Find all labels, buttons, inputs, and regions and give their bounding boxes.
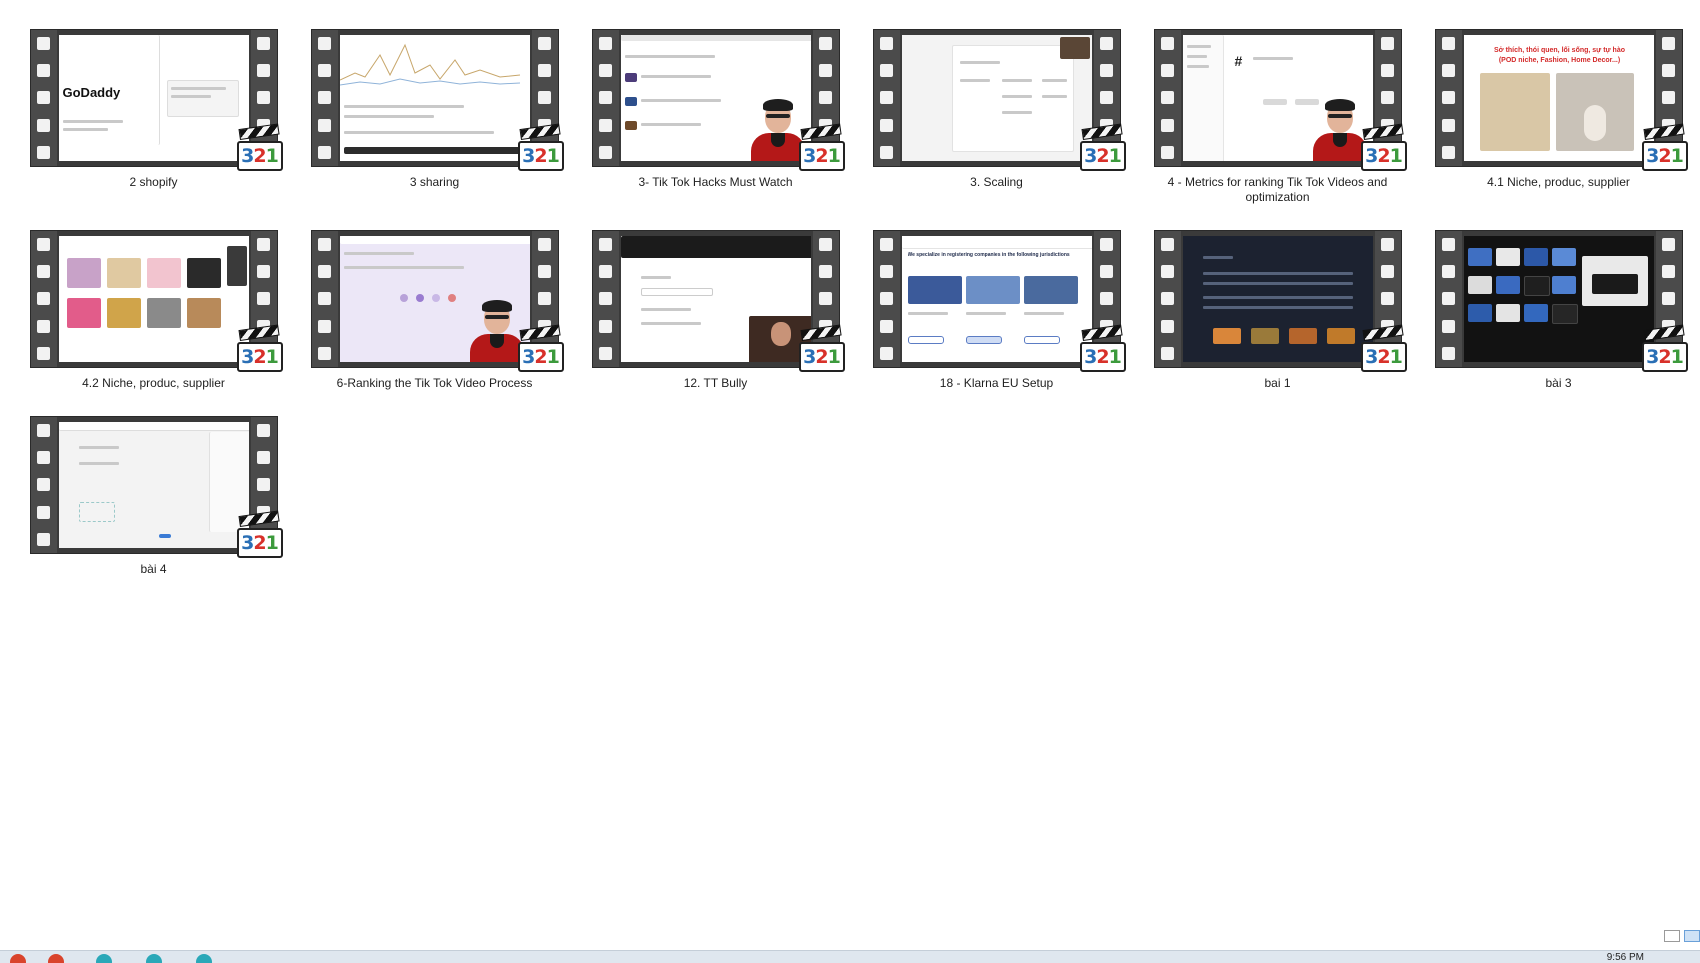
video-file-item[interactable]: 321 6-Ranking the Tik Tok Video Process	[294, 230, 575, 391]
film-strip-icon	[873, 30, 900, 166]
video-thumbnail[interactable]: Sở thích, thói quen, lối sống, sự tự hào…	[1434, 29, 1688, 171]
video-thumbnail[interactable]: GoDaddy 321	[29, 29, 283, 171]
video-thumbnail[interactable]: 321	[1153, 230, 1407, 372]
mpc-hc-321-icon: 321	[236, 123, 283, 173]
video-thumbnail[interactable]: 321	[310, 29, 564, 171]
file-name: 4.2 Niche, produc, supplier	[82, 376, 225, 390]
film-strip-icon	[1435, 231, 1462, 367]
file-name: 12. TT Bully	[683, 376, 748, 390]
film-strip-icon	[30, 30, 57, 166]
mpc-hc-321-icon: 321	[517, 123, 564, 173]
film-strip-icon	[1154, 30, 1181, 166]
file-name: 3. Scaling	[970, 175, 1023, 189]
video-file-item[interactable]: 321 4.2 Niche, produc, supplier	[13, 230, 294, 391]
app-icon[interactable]	[146, 954, 162, 963]
mpc-hc-321-icon: 321	[1079, 123, 1126, 173]
film-strip-icon	[873, 231, 900, 367]
film-strip-icon	[1154, 231, 1181, 367]
hashtag-icon: #	[1234, 53, 1243, 69]
app-icon[interactable]	[196, 954, 212, 963]
video-file-item[interactable]: Sở thích, thói quen, lối sống, sự tự hào…	[1418, 29, 1699, 190]
video-file-item[interactable]: 321 3- Tik Tok Hacks Must Watch	[575, 29, 856, 190]
video-thumbnail[interactable]: # 321	[1153, 29, 1407, 171]
video-thumbnail[interactable]: 321	[29, 416, 283, 558]
file-name: 18 - Klarna EU Setup	[939, 376, 1054, 390]
video-file-item[interactable]: 321 3 sharing	[294, 29, 575, 190]
video-thumbnail[interactable]: 321	[29, 230, 283, 372]
app-icon[interactable]	[10, 954, 26, 963]
app-icon[interactable]	[48, 954, 64, 963]
file-name: 2 shopify	[129, 175, 178, 189]
video-thumbnail[interactable]: We specialize in registering companies i…	[872, 230, 1126, 372]
mpc-hc-321-icon: 321	[517, 324, 564, 374]
godaddy-logo: GoDaddy	[62, 85, 121, 100]
film-strip-icon	[30, 417, 57, 553]
file-name: 3- Tik Tok Hacks Must Watch	[638, 175, 793, 189]
file-name: bài 4	[140, 562, 167, 576]
file-name: 4 - Metrics for ranking Tik Tok Videos a…	[1167, 175, 1388, 204]
video-file-item[interactable]: 321 bài 4	[13, 416, 294, 577]
file-name: 6-Ranking the Tik Tok Video Process	[336, 376, 533, 390]
video-thumbnail[interactable]: 321	[591, 230, 845, 372]
webcam-presenter	[1309, 99, 1369, 161]
film-strip-icon	[592, 231, 619, 367]
taskbar: 9:56 PM	[0, 950, 1700, 963]
webcam-presenter	[466, 300, 526, 362]
mpc-hc-321-icon: 321	[1360, 123, 1407, 173]
video-file-item[interactable]: 321 12. TT Bully	[575, 230, 856, 391]
app-icon[interactable]	[96, 954, 112, 963]
mpc-hc-321-icon: 321	[1641, 324, 1688, 374]
video-file-item[interactable]: We specialize in registering companies i…	[856, 230, 1137, 391]
mpc-hc-321-icon: 321	[236, 324, 283, 374]
film-strip-icon	[592, 30, 619, 166]
mpc-hc-321-icon: 321	[1360, 324, 1407, 374]
film-strip-icon	[311, 231, 338, 367]
file-name: 4.1 Niche, produc, supplier	[1487, 175, 1630, 189]
file-name: bai 1	[1264, 376, 1291, 390]
mpc-hc-321-icon: 321	[798, 123, 845, 173]
mpc-hc-321-icon: 321	[1641, 123, 1688, 173]
mpc-hc-321-icon: 321	[236, 510, 283, 560]
video-thumbnail[interactable]: 321	[310, 230, 564, 372]
film-strip-icon	[1435, 30, 1462, 166]
mpc-hc-321-icon: 321	[1079, 324, 1126, 374]
niche-banner-line1: Sở thích, thói quen, lối sống, sự tự hào	[1493, 47, 1625, 54]
video-thumbnail[interactable]: 321	[591, 29, 845, 171]
view-toggles	[1664, 930, 1700, 942]
file-name: bài 3	[1545, 376, 1572, 390]
explorer-window: GoDaddy 321 2 shopify 3 2 1 3 sharing 3 …	[0, 0, 1700, 963]
video-thumbnail[interactable]: 321	[1434, 230, 1688, 372]
video-file-item[interactable]: GoDaddy 321 2 shopify	[13, 29, 294, 190]
video-thumbnail[interactable]: 321	[872, 29, 1126, 171]
mpc-hc-321-icon: 321	[798, 324, 845, 374]
video-file-item[interactable]: 321 bai 1	[1137, 230, 1418, 391]
film-strip-icon	[311, 30, 338, 166]
video-file-item[interactable]: # 321 4 - Metrics for ranking Tik Tok Vi…	[1137, 29, 1418, 205]
file-grid: GoDaddy 321 2 shopify 3 2 1 3 sharing 3 …	[0, 0, 1700, 940]
video-file-item[interactable]: 321 bài 3	[1418, 230, 1699, 391]
file-name: 3 sharing	[409, 175, 460, 189]
webcam-presenter	[747, 99, 807, 161]
video-file-item[interactable]: 321 3. Scaling	[856, 29, 1137, 190]
large-icons-view-icon[interactable]	[1684, 930, 1700, 942]
taskbar-clock[interactable]: 9:56 PM	[1607, 952, 1644, 963]
niche-banner-line2: (POD niche, Fashion, Home Decor...)	[1498, 57, 1621, 64]
film-strip-icon	[30, 231, 57, 367]
klarna-heading: We specialize in registering companies i…	[907, 252, 1070, 258]
details-view-icon[interactable]	[1664, 930, 1680, 942]
